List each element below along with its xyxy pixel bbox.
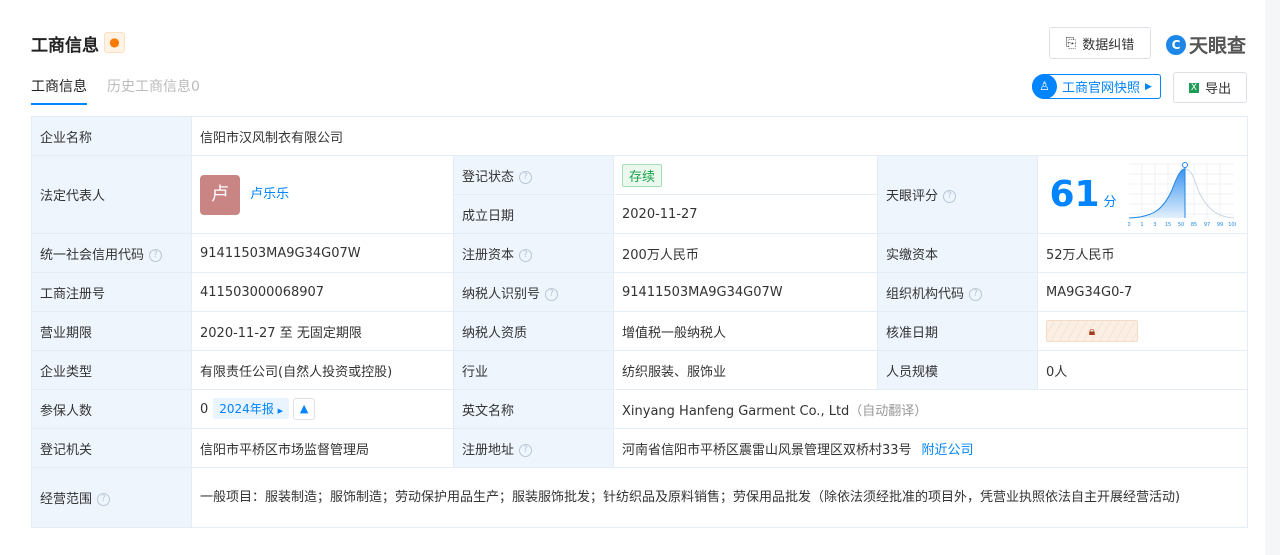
- english-name: Xinyang Hanfeng Garment Co., Ltd: [622, 403, 850, 419]
- legal-rep-link[interactable]: 卢乐乐: [250, 187, 289, 202]
- taxpayer-id: 91411503MA9G34G07W: [613, 272, 878, 312]
- score-tick-label: 3: [1153, 222, 1156, 228]
- address: 河南省信阳市平桥区震雷山风景管理区双桥村33号: [622, 442, 912, 458]
- export-label: 导出: [1205, 82, 1232, 97]
- label-approve-date: 核准日期: [877, 311, 1038, 351]
- org-code: MA9G34G0-7: [1036, 272, 1249, 312]
- label-status: 登记状态: [462, 169, 515, 185]
- score-value: 61: [1049, 174, 1100, 215]
- avatar: 卢: [200, 174, 240, 215]
- company-type: 有限责任公司(自然人投资或控股): [191, 350, 454, 390]
- label-score: 天眼评分: [886, 189, 939, 204]
- trend-chart-icon[interactable]: ▲: [293, 398, 316, 421]
- label-org-code: 组织机构代码: [886, 286, 965, 302]
- status-badge: 存续: [622, 163, 663, 187]
- help-icon[interactable]: ?: [97, 493, 111, 506]
- bell-icon[interactable]: ●: [104, 32, 125, 53]
- score-tick-label: 85: [1191, 222, 1197, 228]
- label-reg-no: 工商注册号: [31, 272, 192, 312]
- label-address: 注册地址: [462, 442, 515, 458]
- insured-count: 0: [200, 401, 209, 417]
- label-insured: 参保人数: [31, 389, 192, 429]
- brand-name: 天眼查: [1189, 35, 1247, 57]
- label-credit-code: 统一社会信用代码: [40, 247, 145, 263]
- label-taxpayer-type: 纳税人资质: [453, 311, 614, 351]
- label-company-type: 企业类型: [31, 350, 192, 390]
- help-icon[interactable]: ?: [943, 190, 957, 203]
- help-icon[interactable]: ?: [519, 443, 533, 457]
- help-icon[interactable]: ?: [519, 170, 533, 184]
- authority: 信阳市平桥区市场监督管理局: [191, 428, 454, 468]
- help-icon[interactable]: ?: [545, 287, 559, 301]
- label-industry: 行业: [453, 350, 614, 390]
- excel-icon: X: [1188, 82, 1200, 93]
- caret-right-icon: ▶: [1145, 81, 1152, 92]
- label-reg-capital: 注册资本: [462, 247, 515, 263]
- score-tick-label: 99: [1217, 222, 1223, 228]
- score-tick-label: 1: [1140, 222, 1143, 228]
- term: 2020-11-27 至 无固定期限: [191, 311, 454, 351]
- nearby-companies-link[interactable]: 附近公司: [922, 443, 974, 458]
- score-tick-label: 15: [1165, 222, 1171, 228]
- tab-business-info[interactable]: 工商信息: [31, 76, 87, 105]
- auto-translate-note: （自动翻译）: [849, 403, 928, 419]
- found-date: 2020-11-27: [613, 194, 878, 234]
- score-marker: [1182, 161, 1188, 168]
- score-tick-label: 50: [1178, 222, 1184, 228]
- help-icon[interactable]: ?: [519, 248, 533, 262]
- help-icon[interactable]: ?: [149, 248, 163, 262]
- label-paid-capital: 实缴资本: [877, 233, 1038, 273]
- label-legal-rep: 法定代表人: [31, 155, 192, 234]
- caret-right-icon: ▶: [277, 406, 284, 415]
- label-staff-size: 人员规模: [877, 350, 1038, 390]
- paid-capital: 52万人民币: [1036, 233, 1249, 273]
- score-tick-label: 100: [1228, 222, 1236, 228]
- score-unit: 分: [1103, 195, 1117, 210]
- tab-history-business-info[interactable]: 历史工商信息0: [107, 76, 200, 105]
- annual-report-label: 2024年报: [219, 401, 274, 416]
- snapshot-label: 工商官网快照: [1062, 81, 1141, 96]
- company-name: 信阳市汉风制衣有限公司: [190, 116, 1249, 156]
- label-authority: 登记机关: [31, 428, 192, 468]
- annual-report-link[interactable]: 2024年报 ▶: [213, 397, 290, 419]
- label-company-name: 企业名称: [31, 116, 192, 156]
- label-scope: 经营范围: [40, 492, 93, 507]
- credit-code: 91411503MA9G34G07W: [191, 233, 454, 273]
- export-button[interactable]: X 导出: [1173, 72, 1247, 103]
- label-term: 营业期限: [31, 311, 192, 351]
- tianyancha-logo: C 天眼查: [1166, 31, 1246, 58]
- score-distribution-chart: 0 1 3 15 50 85 97 99 100: [1128, 161, 1236, 228]
- industry: 纺织服装、服饰业: [613, 350, 878, 390]
- section-title: 工商信息: [31, 36, 99, 56]
- score-tick-label: 0: [1128, 222, 1131, 228]
- business-info-table: 企业名称 信阳市汉风制衣有限公司 法定代表人 卢 卢乐乐 登记状态? 存续 天眼评…: [31, 116, 1249, 528]
- official-snapshot-button[interactable]: ♙ 工商官网快照 ▶: [1032, 74, 1161, 99]
- label-english-name: 英文名称: [453, 389, 614, 429]
- stamp-icon: ♙: [1032, 74, 1057, 99]
- label-found-date: 成立日期: [453, 194, 614, 234]
- lock-icon[interactable]: 🔒︎: [1046, 320, 1138, 342]
- label-taxpayer-id: 纳税人识别号: [462, 286, 541, 302]
- taxpayer-type: 增值税一般纳税人: [613, 311, 878, 351]
- report-icon: ⎘: [1065, 35, 1077, 51]
- help-icon[interactable]: ?: [969, 287, 983, 301]
- reg-no: 411503000068907: [191, 272, 454, 312]
- logo-icon: C: [1166, 34, 1186, 55]
- score-tick-label: 97: [1204, 222, 1210, 228]
- staff-size: 0人: [1036, 350, 1249, 390]
- data-correction-button[interactable]: ⎘ 数据纠错: [1049, 27, 1151, 59]
- reg-capital: 200万人民币: [613, 233, 878, 273]
- data-correction-label: 数据纠错: [1082, 37, 1135, 53]
- business-info-card: 工商信息 ● ⎘ 数据纠错 C 天眼查 工商信息 历史工商信息0 ♙ 工商官网快照 ▶ …: [0, 0, 1265, 555]
- business-scope: 一般项目：服装制造；服饰制造；劳动保护用品生产；服装服饰批发；针纺织品及原料销售…: [190, 467, 1249, 528]
